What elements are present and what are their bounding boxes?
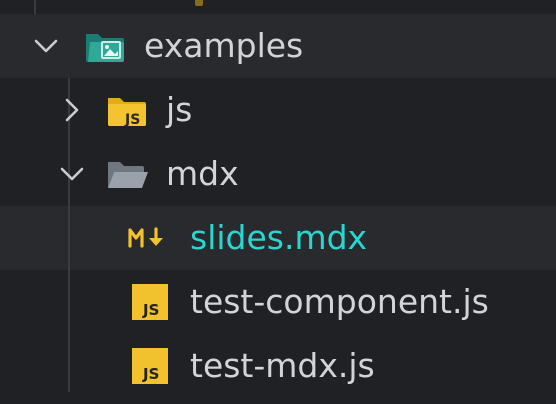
chevron-down-icon[interactable]: [58, 160, 86, 188]
tree-item-examples[interactable]: examples: [0, 14, 556, 78]
javascript-file-icon: JS: [132, 284, 168, 320]
chevron-right-icon[interactable]: [58, 96, 86, 124]
svg-text:JS: JS: [142, 365, 159, 383]
tree-item-label: js: [166, 90, 193, 129]
tree-item-mdx[interactable]: mdx: [0, 142, 556, 206]
indent-guide: [68, 334, 70, 392]
tree-item-label: mdx: [166, 154, 239, 193]
folder-js-icon: JS: [106, 92, 148, 128]
partial-top-item: [0, 0, 556, 14]
tree-item-slides-mdx[interactable]: slides.mdx: [0, 206, 556, 270]
svg-text:JS: JS: [124, 112, 140, 128]
javascript-file-icon: JS: [132, 348, 168, 384]
indent-guide: [68, 206, 70, 270]
tree-item-label: test-component.js: [190, 282, 489, 321]
tree-item-label: test-mdx.js: [190, 346, 375, 385]
markdown-icon: [128, 226, 168, 250]
tree-item-test-mdx-js[interactable]: JS test-mdx.js: [0, 334, 556, 398]
tree-item-js[interactable]: JS js: [0, 78, 556, 142]
tree-item-label: examples: [144, 26, 304, 65]
svg-text:JS: JS: [142, 301, 159, 319]
tree-item-test-component-js[interactable]: JS test-component.js: [0, 270, 556, 334]
indent-guide: [68, 270, 70, 334]
folder-open-icon: [106, 156, 150, 192]
file-explorer-tree: examples JS js mdx slides.mdx JS test-co…: [0, 0, 556, 404]
tree-item-label: slides.mdx: [190, 218, 368, 257]
chevron-down-icon[interactable]: [32, 32, 60, 60]
folder-images-open-icon: [84, 28, 126, 64]
